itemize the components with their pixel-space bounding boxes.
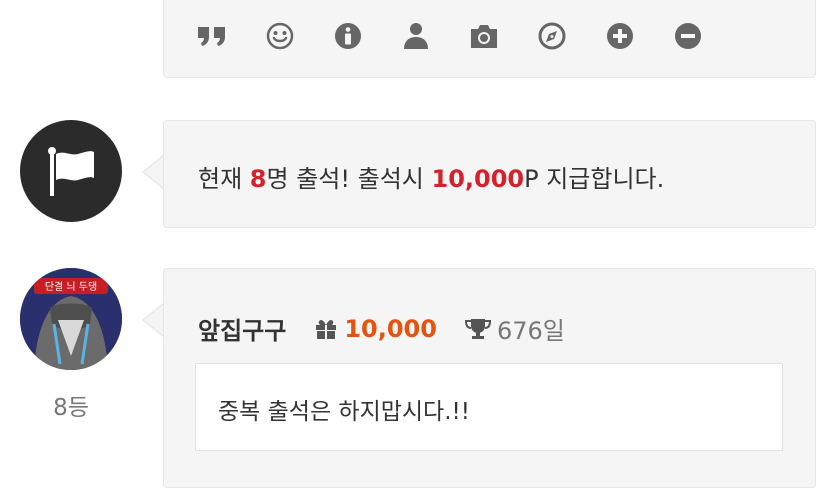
comment-pointer (144, 304, 164, 336)
avatar-banner-text: 단결 늬 두댕 (45, 281, 97, 293)
notice-mid: 명 출석! 출석시 (266, 165, 432, 193)
quote-icon[interactable] (194, 21, 230, 51)
comment-message: 중복 출석은 하지맙시다.!! (218, 399, 470, 425)
plus-circle-icon[interactable] (602, 21, 638, 51)
comment-card: 앞집구구 10,000 676일 중복 출석은 하지맙시다.!! (163, 268, 816, 488)
attendance-days: 676일 (496, 317, 565, 345)
editor-toolbar (163, 0, 816, 78)
smile-icon[interactable] (262, 21, 298, 51)
user-icon[interactable] (398, 21, 434, 51)
avatar[interactable]: 단결 늬 두댕 (20, 268, 122, 370)
notice-prefix: 현재 (198, 165, 250, 193)
nickname[interactable]: 앞집구구 (198, 311, 286, 346)
flag-icon (48, 147, 94, 196)
reward-points: 10,000 (431, 165, 525, 193)
comment-message-box: 중복 출석은 하지맙시다.!! (195, 363, 783, 451)
compass-icon[interactable] (534, 21, 570, 51)
trophy-icon (464, 318, 491, 339)
notice-pointer (144, 156, 164, 188)
notice-suffix: P 지급합니다. (524, 165, 665, 193)
notice-text: 현재 8명 출석! 출석시 10,000P 지급합니다. (198, 159, 664, 194)
attendance-notice: 현재 8명 출석! 출석시 10,000P 지급합니다. (163, 120, 816, 228)
attendee-count: 8 (249, 165, 267, 193)
rank-label: 8등 (53, 395, 89, 421)
camera-icon[interactable] (466, 21, 502, 51)
toolbar-icons (194, 21, 738, 51)
info-icon[interactable] (330, 21, 366, 51)
flag-avatar (20, 120, 122, 222)
comment-header: 앞집구구 10,000 676일 (198, 311, 565, 346)
gift-icon (316, 319, 337, 339)
user-points: 10,000 (344, 314, 437, 343)
minus-circle-icon[interactable] (670, 21, 706, 51)
